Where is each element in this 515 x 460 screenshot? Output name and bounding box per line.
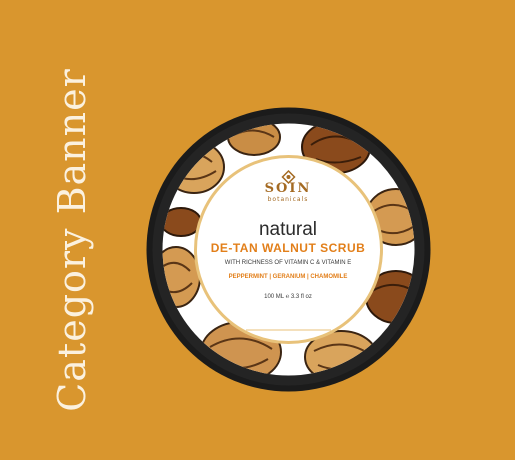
product-label: SOIN botanicals natural DE-TAN WALNUT SC… <box>197 157 379 339</box>
banner-title: Category Banner <box>50 68 94 412</box>
product-name: DE-TAN WALNUT SCRUB <box>210 241 366 255</box>
ingredients-text: PEPPERMINT | GERANIUM | CHAMOMILE <box>228 274 348 280</box>
volume-text: 100 ML ℮ 3.3 fl oz <box>264 294 312 300</box>
brand-name: SOIN <box>264 181 312 196</box>
natural-text: natural <box>258 219 318 240</box>
category-banner: Category Banner SOIN botanicals natural … <box>0 0 515 460</box>
richness-text: WITH RICHNESS OF VITAMIN C & VITAMIN E <box>224 260 352 266</box>
brand-subtitle: botanicals <box>267 196 309 203</box>
